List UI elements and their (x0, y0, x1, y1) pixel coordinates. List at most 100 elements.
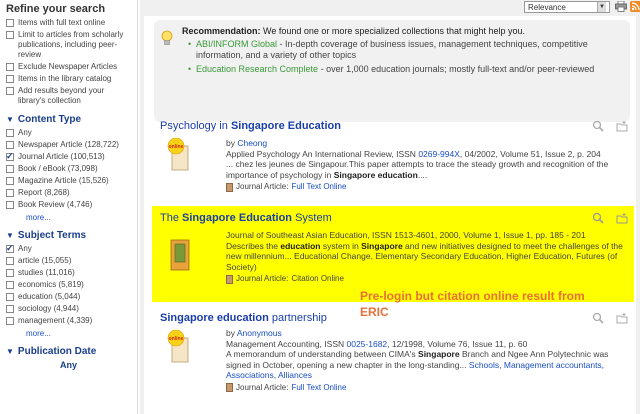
journal-thumbnail-icon: online (167, 330, 189, 363)
document-icon (226, 182, 233, 192)
magnifier-icon[interactable] (592, 120, 604, 132)
facet-option[interactable]: education (5,044) (6, 292, 131, 302)
checkbox[interactable] (6, 63, 14, 71)
checkbox[interactable] (6, 317, 14, 325)
collapse-triangle-icon: ▼ (6, 115, 14, 124)
refine-options: Items with full text online Limit to art… (0, 18, 137, 106)
content-type-more-link[interactable]: more... (0, 212, 137, 224)
journal-thumbnail-icon: online (167, 138, 189, 171)
result-actions (592, 120, 628, 132)
result-item: Psychology in Singapore Education online… (152, 118, 634, 202)
magnifier-icon[interactable] (592, 312, 604, 324)
journal-thumbnail-icon (170, 239, 190, 271)
checkbox[interactable] (6, 293, 14, 301)
full-text-link[interactable]: Full Text Online (291, 383, 346, 394)
refine-option[interactable]: Add results beyond your library's collec… (6, 86, 131, 106)
refine-option[interactable]: Limit to articles from scholarly publica… (6, 30, 131, 60)
checkbox[interactable] (6, 165, 14, 173)
facet-option[interactable]: Book Review (4,746) (6, 200, 131, 210)
result-actions (592, 312, 628, 324)
recommendation-link[interactable]: ABI/INFORM Global (196, 39, 277, 49)
recommendation-heading: Recommendation: We found one or more spe… (182, 26, 525, 36)
recommendation-list: ABI/INFORM Global - In-depth coverage of… (182, 39, 622, 75)
checkbox[interactable] (6, 19, 14, 27)
facet-option[interactable]: economics (5,819) (6, 280, 131, 290)
facet-option[interactable]: Journal Article (100,513) (6, 151, 131, 162)
checkbox[interactable] (6, 87, 14, 95)
full-text-link[interactable]: Full Text Online (291, 182, 346, 193)
checkbox[interactable] (6, 257, 14, 265)
result-title[interactable]: Psychology in Singapore Education (152, 118, 634, 132)
author-link[interactable]: Anonymous (237, 328, 282, 338)
citation-online-label[interactable]: Citation Online (291, 274, 343, 285)
checkbox[interactable] (6, 151, 14, 161)
content-type-list: Any Newspaper Article (128,722) Journal … (0, 128, 137, 210)
recommendation-item: ABI/INFORM Global - In-depth coverage of… (188, 39, 622, 61)
result-details: Journal of Southeast Asian Education, IS… (226, 230, 628, 285)
refine-option[interactable]: Items in the library catalog (6, 74, 131, 84)
checkbox[interactable] (6, 189, 14, 197)
facet-option[interactable]: Magazine Article (15,526) (6, 176, 131, 186)
facet-option[interactable]: Any (6, 243, 131, 254)
results-content: Recommendation: We found one or more spe… (144, 16, 636, 414)
checkbox[interactable] (6, 305, 14, 313)
svg-text:online: online (169, 336, 184, 342)
refine-option[interactable]: Exclude Newspaper Articles (6, 62, 131, 72)
checkbox[interactable] (6, 31, 14, 39)
checkbox[interactable] (6, 75, 14, 83)
document-icon (226, 274, 233, 284)
checkbox[interactable] (6, 243, 14, 253)
facet-option[interactable]: sociology (4,944) (6, 304, 131, 314)
content-type-row: Journal Article: Full Text Online (226, 182, 628, 193)
lightbulb-icon (161, 30, 173, 45)
content-type-row: Journal Article: Citation Online (226, 274, 628, 285)
collapse-triangle-icon: ▼ (6, 231, 14, 240)
publication-date-value[interactable]: Any (0, 359, 137, 370)
subject-terms-list: Any article (15,055) studies (11,016) ec… (0, 243, 137, 326)
issn-link[interactable]: 0269-994X (418, 149, 460, 159)
recommendation-item: Education Research Complete - over 1,000… (188, 64, 622, 75)
results-area: Relevance ▼ Recommendation: We found one… (140, 0, 640, 414)
dropdown-arrow-icon: ▼ (597, 2, 606, 12)
result-details: by Anonymous Management Accounting, ISSN… (226, 328, 628, 393)
checkbox[interactable] (6, 269, 14, 277)
refine-option[interactable]: Items with full text online (6, 18, 131, 28)
content-type-facet-title[interactable]: ▼ Content Type (0, 108, 137, 127)
add-to-folder-icon[interactable] (616, 120, 628, 132)
checkbox[interactable] (6, 177, 14, 185)
magnifier-icon[interactable] (592, 212, 604, 224)
content-type-row: Journal Article: Full Text Online (226, 383, 628, 394)
refine-sidebar: Refine your search Items with full text … (0, 0, 138, 414)
print-icon[interactable] (615, 1, 627, 12)
checkbox[interactable] (6, 281, 14, 289)
author-link[interactable]: Cheong (237, 138, 267, 148)
result-title[interactable]: The Singapore Education System (152, 206, 634, 224)
checkbox[interactable] (6, 141, 14, 149)
subject-terms-more-link[interactable]: more... (0, 328, 137, 340)
recommendation-box: Recommendation: We found one or more spe… (154, 20, 630, 122)
result-item: Singapore education partnership online b… (152, 308, 634, 414)
facet-option[interactable]: Report (8,268) (6, 188, 131, 198)
facet-option[interactable]: article (15,055) (6, 256, 131, 266)
facet-option[interactable]: Book / eBook (73,098) (6, 164, 131, 174)
checkbox[interactable] (6, 129, 14, 137)
sort-select[interactable]: Relevance ▼ (524, 1, 610, 13)
add-to-folder-icon[interactable] (616, 212, 628, 224)
checkbox[interactable] (6, 201, 14, 209)
document-icon (226, 383, 233, 393)
result-title[interactable]: Singapore education partnership (152, 308, 634, 324)
facet-option[interactable]: Any (6, 128, 131, 138)
facet-option[interactable]: studies (11,016) (6, 268, 131, 278)
issn-link[interactable]: 0025-1682 (347, 339, 388, 349)
publication-date-facet-title[interactable]: ▼ Publication Date (0, 340, 137, 359)
facet-option[interactable]: Newspaper Article (128,722) (6, 140, 131, 150)
results-toolbar: Relevance ▼ (140, 0, 640, 14)
subject-terms-facet-title[interactable]: ▼ Subject Terms (0, 224, 137, 243)
recommendation-link[interactable]: Education Research Complete (196, 64, 318, 74)
result-details: by Cheong Applied Psychology An Internat… (226, 138, 628, 193)
add-to-folder-icon[interactable] (616, 312, 628, 324)
svg-text:online: online (169, 144, 184, 150)
collapse-triangle-icon: ▼ (6, 347, 14, 356)
facet-option[interactable]: management (4,339) (6, 316, 131, 326)
rss-icon[interactable] (630, 1, 640, 12)
